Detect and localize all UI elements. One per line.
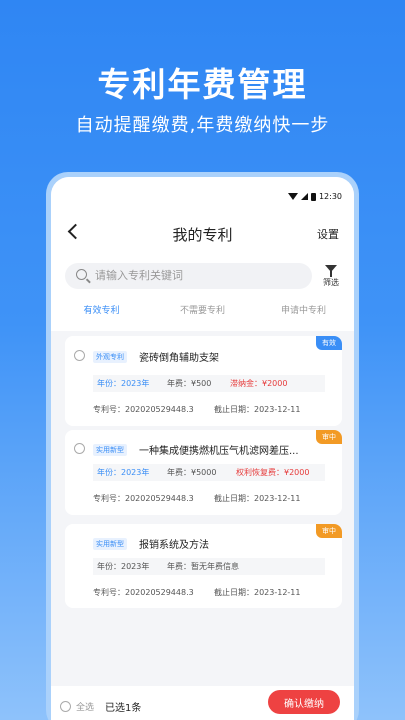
- status-badge: 审中: [316, 524, 342, 538]
- patent-year: 年份：2023年: [97, 379, 150, 388]
- patent-type-tag: 实用新型: [93, 538, 127, 550]
- search-input[interactable]: [95, 263, 305, 289]
- patent-title: 报销系统及方法: [139, 540, 209, 551]
- signal-icon: [300, 193, 308, 200]
- selected-count: 已选1条: [105, 703, 142, 714]
- phone-frame: 12:30 我的专利 设置 筛选 有效专利 不需要专利 申请中专利 有效: [46, 172, 359, 720]
- patent-extra-fee: 权利恢复费：¥2000: [236, 468, 310, 477]
- filter-label: 筛选: [323, 278, 339, 287]
- bottom-action-bar: 全选 已选1条 确认缴纳: [51, 686, 354, 720]
- status-badge: 有效: [316, 336, 342, 350]
- patent-number: 专利号：202020529448.3: [93, 405, 194, 414]
- patent-fee: 年费：¥5000: [167, 468, 217, 477]
- patent-number: 专利号：202020529448.3: [93, 588, 194, 597]
- patent-fee: 年费：暂无年费信息: [167, 562, 239, 571]
- patent-card[interactable]: 审中 实用新型 一种集成便携燃机压气机滤网差压... 年份：2023年 年费：¥…: [65, 430, 342, 515]
- fee-row: 年份：2023年 年费：¥5000 权利恢复费：¥2000: [93, 464, 325, 481]
- patent-fee: 年费：¥500: [167, 379, 212, 388]
- filter-icon: [325, 265, 337, 277]
- confirm-payment-button[interactable]: 确认缴纳: [268, 690, 340, 714]
- patent-title: 一种集成便携燃机压气机滤网差压...: [139, 446, 299, 457]
- patent-number: 专利号：202020529448.3: [93, 494, 194, 503]
- banner-subtitle: 自动提醒缴费,年费缴纳快一步: [75, 115, 330, 136]
- search-box[interactable]: [65, 263, 312, 289]
- patent-deadline: 截止日期：2023-12-11: [214, 405, 301, 414]
- fee-row: 年份：2023年 年费：¥500 滞纳金：¥2000: [93, 375, 325, 392]
- status-bar: 12:30: [51, 177, 354, 211]
- app-screen: 12:30 我的专利 设置 筛选 有效专利 不需要专利 申请中专利 有效: [51, 177, 354, 720]
- wifi-icon: [287, 193, 298, 200]
- tab-bar: 有效专利 不需要专利 申请中专利: [51, 301, 354, 331]
- page-title: 我的专利: [172, 226, 233, 244]
- banner-title: 专利年费管理: [97, 65, 308, 104]
- patent-extra-fee: 滞纳金：¥2000: [230, 379, 288, 388]
- fee-row: 年份：2023年 年费：暂无年费信息: [93, 558, 325, 575]
- patent-year: 年份：2023年: [97, 468, 150, 477]
- select-radio[interactable]: [74, 350, 85, 361]
- settings-button[interactable]: 设置: [317, 226, 339, 242]
- status-icons: 12:30: [287, 192, 342, 201]
- patent-deadline: 截止日期：2023-12-11: [214, 494, 301, 503]
- patent-title: 瓷砖倒角辅助支架: [139, 353, 219, 364]
- tab-pending-patents[interactable]: 申请中专利: [253, 301, 354, 331]
- patent-card[interactable]: 审中 实用新型 报销系统及方法 年份：2023年 年费：暂无年费信息 专利号：2…: [65, 524, 342, 608]
- tab-valid-patents[interactable]: 有效专利: [51, 301, 152, 331]
- filter-button[interactable]: 筛选: [320, 263, 342, 288]
- select-all-label[interactable]: 全选: [76, 700, 94, 713]
- search-icon: [76, 269, 87, 280]
- patent-type-tag: 外观专利: [93, 351, 127, 363]
- battery-icon: [310, 192, 316, 201]
- patent-card[interactable]: 有效 外观专利 瓷砖倒角辅助支架 年份：2023年 年费：¥500 滞纳金：¥2…: [65, 336, 342, 426]
- patent-deadline: 截止日期：2023-12-11: [214, 588, 301, 597]
- status-badge: 审中: [316, 430, 342, 444]
- tab-unneeded-patents[interactable]: 不需要专利: [152, 301, 253, 331]
- status-time: 12:30: [318, 192, 342, 201]
- app-header: 我的专利 设置: [51, 211, 354, 263]
- patent-year: 年份：2023年: [97, 562, 150, 571]
- select-radio[interactable]: [74, 443, 85, 454]
- search-row: 筛选: [51, 263, 354, 301]
- select-all-radio[interactable]: [60, 701, 71, 712]
- patent-type-tag: 实用新型: [93, 444, 127, 456]
